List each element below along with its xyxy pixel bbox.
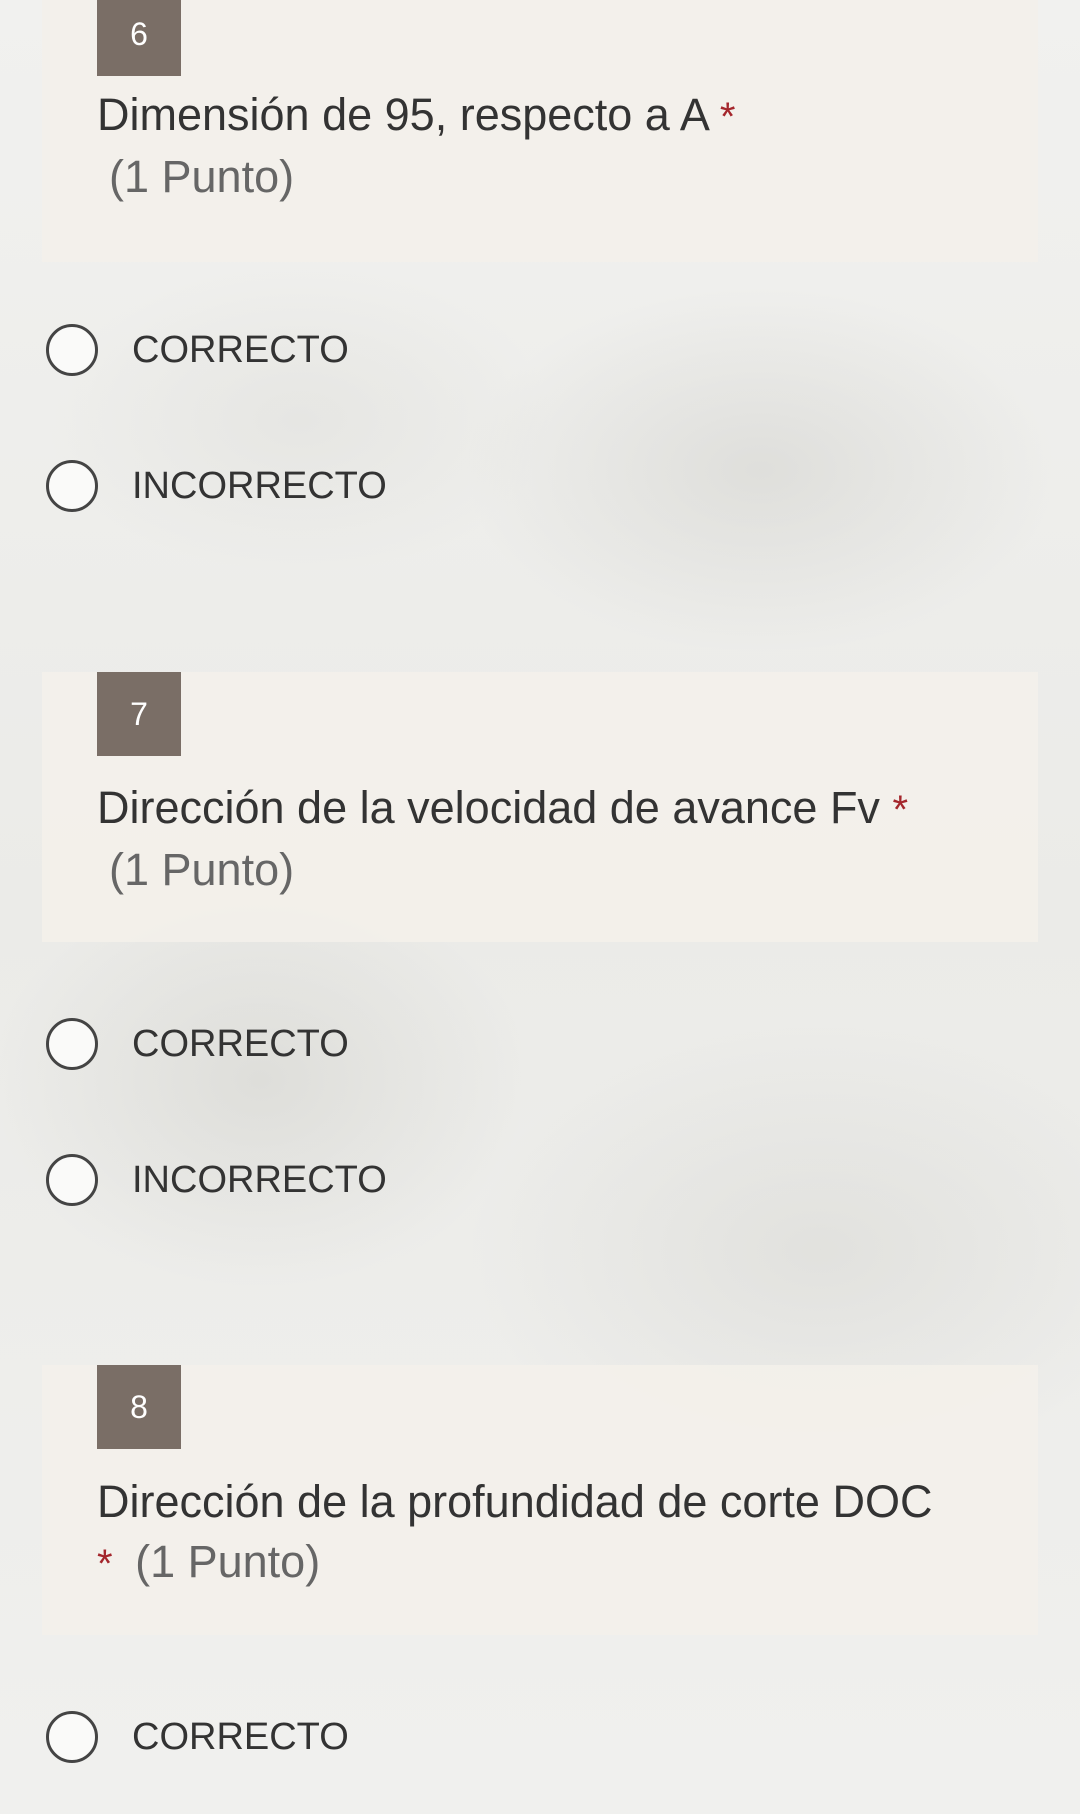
required-asterisk: *: [892, 788, 909, 832]
radio-button[interactable]: [46, 324, 98, 376]
radio-option-correcto-q7[interactable]: CORRECTO: [46, 1016, 349, 1072]
radio-button[interactable]: [46, 1154, 98, 1206]
question-title: Dirección de la profundidad de corte DOC…: [97, 1472, 1027, 1594]
question-text: Dirección de la profundidad de corte DOC: [97, 1476, 933, 1527]
question-number-badge: 7: [97, 672, 181, 756]
question-title: Dimensión de 95, respecto a A * (1 Punto…: [97, 85, 997, 207]
radio-option-correcto-q6[interactable]: CORRECTO: [46, 322, 349, 378]
question-number-badge: 6: [97, 0, 181, 76]
question-card-8: 8 Dirección de la profundidad de corte D…: [42, 1365, 1038, 1635]
required-asterisk: *: [97, 1542, 113, 1586]
question-number-badge: 8: [97, 1365, 181, 1449]
question-text: Dirección de la velocidad de avance Fv: [97, 782, 880, 833]
radio-option-incorrecto-q7[interactable]: INCORRECTO: [46, 1152, 387, 1208]
option-label[interactable]: CORRECTO: [132, 1716, 349, 1759]
radio-button[interactable]: [46, 1018, 98, 1070]
radio-option-incorrecto-q6[interactable]: INCORRECTO: [46, 458, 387, 514]
radio-button[interactable]: [46, 460, 98, 512]
question-points: (1 Punto): [109, 151, 295, 202]
option-label[interactable]: INCORRECTO: [132, 465, 387, 508]
required-asterisk: *: [719, 95, 736, 139]
option-label[interactable]: INCORRECTO: [132, 1159, 387, 1202]
question-points: (1 Punto): [135, 1536, 321, 1587]
option-label[interactable]: CORRECTO: [132, 1023, 349, 1066]
radio-button[interactable]: [46, 1711, 98, 1763]
question-title: Dirección de la velocidad de avance Fv *…: [97, 778, 997, 900]
question-points: (1 Punto): [109, 844, 295, 895]
question-card-7: 7 Dirección de la velocidad de avance Fv…: [42, 672, 1038, 942]
radio-option-correcto-q8[interactable]: CORRECTO: [46, 1709, 349, 1765]
option-label[interactable]: CORRECTO: [132, 329, 349, 372]
question-card-6: 6 Dimensión de 95, respecto a A * (1 Pun…: [42, 0, 1038, 262]
question-text: Dimensión de 95, respecto a A: [97, 89, 708, 140]
